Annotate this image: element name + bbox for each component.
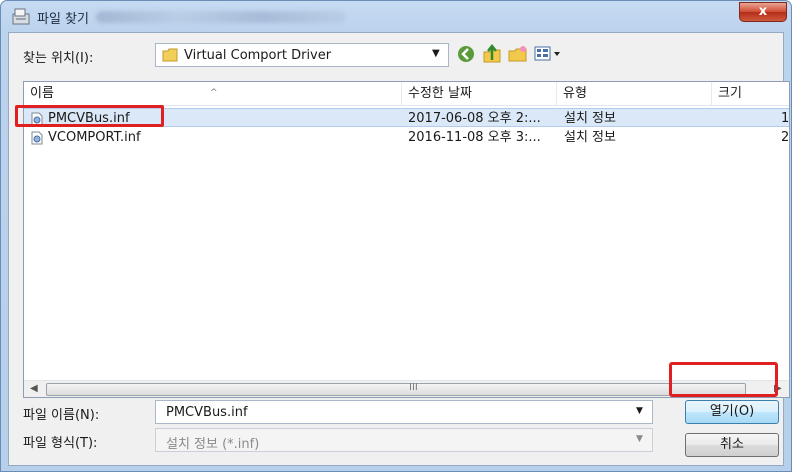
dialog-body: 찾는 위치(I): Virtual Comport Driver ▼ 이름 ^ … bbox=[8, 32, 790, 466]
title-bar[interactable]: 파일 찾기 x bbox=[1, 1, 791, 31]
file-size-cell: 2 bbox=[781, 130, 789, 145]
column-date[interactable]: 수정한 날짜 bbox=[402, 82, 557, 106]
file-open-dialog: 파일 찾기 x 찾는 위치(I): Virtual Comport Driver… bbox=[0, 0, 792, 472]
scroll-grip: III bbox=[409, 382, 418, 393]
open-button[interactable]: 열기(O) bbox=[685, 400, 779, 424]
chevron-down-icon[interactable]: ▼ bbox=[432, 48, 440, 59]
column-name-label: 이름 bbox=[30, 86, 54, 101]
dialog-app-icon bbox=[12, 8, 30, 25]
chevron-down-icon[interactable]: ▼ bbox=[636, 406, 643, 416]
file-list[interactable]: 이름 ^ 수정한 날짜 유형 크기 PMCVBus.inf 2017-06-08… bbox=[23, 81, 790, 398]
setup-file-icon bbox=[31, 131, 43, 145]
cancel-button[interactable]: 취소 bbox=[685, 433, 779, 457]
column-size[interactable]: 크기 bbox=[712, 82, 789, 106]
look-in-label: 찾는 위치(I): bbox=[23, 51, 94, 66]
back-icon[interactable] bbox=[455, 43, 477, 65]
column-date-label: 수정한 날짜 bbox=[408, 86, 472, 101]
column-header-row: 이름 ^ 수정한 날짜 유형 크기 bbox=[24, 82, 789, 106]
chevron-down-icon[interactable]: ▼ bbox=[636, 434, 643, 444]
look-in-dropdown[interactable]: Virtual Comport Driver ▼ bbox=[155, 43, 449, 67]
file-type-dropdown[interactable]: 설치 정보 (*.inf) ▼ bbox=[155, 428, 653, 452]
file-date-cell: 2016-11-08 오후 3:... bbox=[408, 130, 541, 145]
table-row[interactable]: VCOMPORT.inf 2016-11-08 오후 3:... 설치 정보 2 bbox=[24, 128, 789, 147]
scrollbar-thumb[interactable]: III bbox=[46, 382, 746, 396]
file-name-value: PMCVBus.inf bbox=[166, 405, 248, 420]
file-name-cell: VCOMPORT.inf bbox=[48, 130, 141, 145]
up-folder-icon[interactable] bbox=[481, 43, 503, 65]
folder-icon bbox=[162, 48, 178, 62]
file-name-label: 파일 이름(N): bbox=[23, 408, 100, 423]
column-size-label: 크기 bbox=[718, 86, 742, 101]
highlight-box-file bbox=[15, 105, 164, 127]
close-button[interactable]: x bbox=[739, 2, 787, 22]
scroll-left-icon[interactable]: ◀ bbox=[30, 383, 38, 394]
file-size-cell: 1 bbox=[781, 111, 789, 126]
sort-ascending-icon: ^ bbox=[210, 88, 218, 98]
column-name[interactable]: 이름 ^ bbox=[24, 82, 402, 106]
view-menu-icon[interactable] bbox=[533, 43, 563, 65]
file-type-label: 파일 형식(T): bbox=[23, 436, 98, 451]
file-date-cell: 2017-06-08 오후 2:... bbox=[408, 111, 541, 126]
file-type-value: 설치 정보 (*.inf) bbox=[166, 437, 260, 452]
file-type-cell: 설치 정보 bbox=[564, 130, 616, 145]
file-type-cell: 설치 정보 bbox=[564, 111, 616, 126]
column-type[interactable]: 유형 bbox=[557, 82, 712, 106]
column-type-label: 유형 bbox=[563, 86, 587, 101]
window-title: 파일 찾기 bbox=[37, 12, 89, 27]
redacted-title-text bbox=[96, 11, 346, 23]
new-folder-icon[interactable] bbox=[507, 43, 529, 65]
highlight-box-open-button bbox=[669, 362, 778, 397]
file-name-input[interactable]: PMCVBus.inf ▼ bbox=[155, 400, 653, 424]
look-in-value: Virtual Comport Driver bbox=[184, 48, 332, 63]
